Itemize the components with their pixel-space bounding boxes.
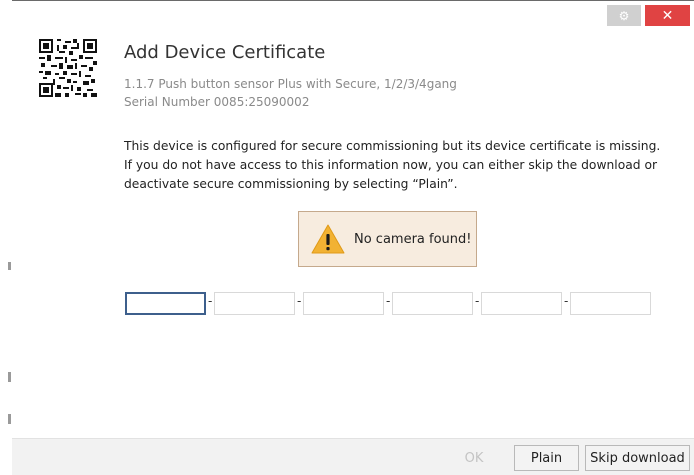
background-mark xyxy=(8,372,11,382)
certificate-field-6[interactable] xyxy=(570,292,651,315)
plain-button[interactable]: Plain xyxy=(514,445,579,471)
certificate-field-2[interactable] xyxy=(214,292,295,315)
field-separator: - xyxy=(208,294,213,308)
gear-icon: ⚙ xyxy=(618,8,630,23)
certificate-field-3[interactable] xyxy=(303,292,384,315)
info-message: This device is configured for secure com… xyxy=(124,137,664,194)
field-separator: - xyxy=(297,294,302,308)
camera-warning: No camera found! xyxy=(298,211,477,267)
background-mark xyxy=(8,414,11,424)
settings-button[interactable]: ⚙ xyxy=(607,5,641,26)
certificate-field-5[interactable] xyxy=(481,292,562,315)
skip-download-button[interactable]: Skip download xyxy=(585,445,690,471)
info-line: If you do not have access to this inform… xyxy=(124,158,658,172)
info-line: deactivate secure commissioning by selec… xyxy=(124,177,458,191)
certificate-field-1[interactable] xyxy=(125,292,206,315)
close-icon: ✕ xyxy=(661,7,674,24)
field-separator: - xyxy=(475,294,480,308)
info-line: This device is configured for secure com… xyxy=(124,139,661,153)
qr-code-icon xyxy=(39,39,97,97)
warning-text: No camera found! xyxy=(354,231,472,247)
device-name: 1.1.7 Push button sensor Plus with Secur… xyxy=(124,77,457,91)
warning-icon xyxy=(311,224,345,254)
add-certificate-dialog: ⚙ ✕ Add Device Certificate 1.1.7 Push bu… xyxy=(12,0,694,475)
ok-button[interactable]: OK xyxy=(444,445,504,471)
dialog-title: Add Device Certificate xyxy=(124,42,326,63)
certificate-field-4[interactable] xyxy=(392,292,473,315)
serial-number: Serial Number 0085:25090002 xyxy=(124,95,310,109)
field-separator: - xyxy=(386,294,391,308)
dialog-footer: OK Plain Skip download xyxy=(12,438,694,475)
field-separator: - xyxy=(564,294,569,308)
background-mark xyxy=(8,262,11,270)
close-button[interactable]: ✕ xyxy=(645,5,690,26)
